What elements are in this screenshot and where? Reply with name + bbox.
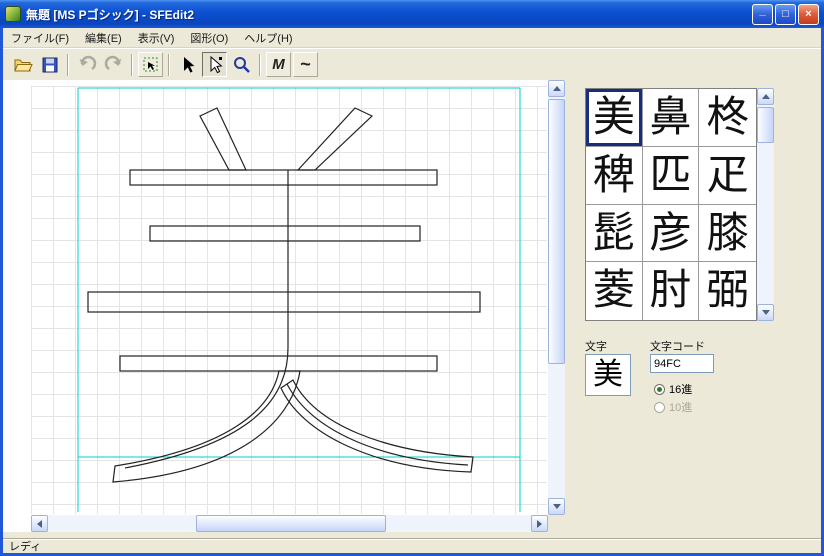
toolbar-separator — [168, 54, 170, 76]
dec-radio[interactable]: 10進 — [654, 399, 692, 415]
curve-tool-icon: ~ — [300, 54, 311, 75]
char-cell[interactable]: 膝 — [699, 205, 756, 263]
pointer-icon — [178, 55, 198, 75]
char-cell[interactable]: 髭 — [586, 205, 643, 263]
radio-selected-icon[interactable] — [654, 384, 665, 395]
polyline-tool-icon: M — [272, 56, 285, 73]
char-code-input[interactable] — [650, 354, 714, 373]
char-cell[interactable]: 彦 — [643, 205, 700, 263]
char-label: 文字 — [585, 338, 607, 354]
fit-selection-button[interactable] — [138, 52, 163, 77]
guide-lines[interactable] — [78, 88, 520, 512]
horizontal-scroll-thumb[interactable] — [196, 515, 386, 532]
up-arrow-icon — [553, 86, 561, 91]
char-cell[interactable]: 肘 — [643, 262, 700, 320]
floppy-disk-icon — [40, 55, 60, 75]
toolbar-separator — [259, 54, 261, 76]
node-edit-tool-button[interactable] — [202, 52, 227, 77]
radio-unselected-icon[interactable] — [654, 402, 665, 413]
menu-help[interactable]: ヘルプ(H) — [236, 28, 300, 48]
char-cell[interactable]: 匹 — [643, 147, 700, 205]
char-preview: 美 — [585, 354, 631, 396]
menu-bar: ファイル(F) 編集(E) 表示(V) 図形(O) ヘルプ(H) — [3, 28, 821, 48]
app-window: 無題 [MS Pゴシック] - SFEdit2 _ □ × ファイル(F) 編集… — [0, 0, 824, 556]
grid-scroll-down-button[interactable] — [757, 304, 774, 321]
open-folder-icon — [13, 55, 33, 75]
char-cell[interactable]: 柊 — [699, 89, 756, 147]
char-cell[interactable]: 美 — [586, 89, 643, 147]
window-title: 無題 [MS Pゴシック] - SFEdit2 — [26, 6, 752, 23]
close-button[interactable]: × — [798, 4, 819, 25]
grid-scroll-thumb[interactable] — [757, 107, 774, 143]
magnifier-icon — [232, 55, 252, 75]
char-code-label: 文字コード — [650, 338, 705, 354]
polyline-tool-button[interactable]: M — [266, 52, 291, 77]
canvas-vertical-scrollbar[interactable] — [548, 80, 565, 515]
pointer-tool-button[interactable] — [175, 52, 200, 77]
grid-scroll-up-button[interactable] — [757, 88, 774, 105]
char-cell[interactable]: 菱 — [586, 262, 643, 320]
hex-radio[interactable]: 16進 — [654, 381, 692, 397]
toolbar-separator — [67, 54, 69, 76]
node-edit-pointer-icon — [205, 55, 225, 75]
redo-button — [101, 52, 126, 77]
menu-view[interactable]: 表示(V) — [130, 28, 183, 48]
glyph-outline-drawing[interactable] — [3, 80, 548, 515]
char-grid-scrollbar[interactable] — [757, 88, 774, 321]
char-cell[interactable]: 疋 — [699, 147, 756, 205]
menu-file[interactable]: ファイル(F) — [3, 28, 77, 48]
left-arrow-icon — [37, 520, 42, 528]
menu-edit[interactable]: 編集(E) — [77, 28, 130, 48]
open-button[interactable] — [10, 52, 35, 77]
char-cell[interactable]: 弼 — [699, 262, 756, 320]
title-bar: 無題 [MS Pゴシック] - SFEdit2 _ □ × — [0, 0, 824, 28]
vertical-scroll-thumb[interactable] — [548, 99, 565, 364]
scrollbar-gutter — [3, 515, 31, 532]
toolbar-separator — [131, 54, 133, 76]
undo-icon — [77, 55, 97, 75]
char-cell[interactable]: 鼻 — [643, 89, 700, 147]
character-grid: 美 鼻 柊 稗 匹 疋 髭 彦 膝 菱 肘 弼 — [585, 88, 757, 321]
status-bar: レディ — [3, 538, 821, 553]
menu-shape[interactable]: 図形(O) — [182, 28, 236, 48]
app-icon — [5, 6, 21, 22]
zoom-tool-button[interactable] — [229, 52, 254, 77]
fit-selection-icon — [141, 55, 161, 75]
curve-tool-button[interactable]: ~ — [293, 52, 318, 77]
canvas-horizontal-scrollbar[interactable] — [31, 515, 548, 532]
char-cell[interactable]: 稗 — [586, 147, 643, 205]
scroll-right-button[interactable] — [531, 515, 548, 532]
dec-radio-label: 10進 — [669, 399, 692, 415]
scroll-up-button[interactable] — [548, 80, 565, 97]
right-arrow-icon — [537, 520, 542, 528]
glyph-contours[interactable] — [88, 108, 480, 482]
minimize-button[interactable]: _ — [752, 4, 773, 25]
status-text: レディ — [9, 538, 41, 554]
redo-icon — [104, 55, 124, 75]
down-arrow-icon — [553, 504, 561, 509]
scroll-left-button[interactable] — [31, 515, 48, 532]
glyph-edit-canvas[interactable] — [3, 80, 548, 515]
toolbar: M ~ — [3, 48, 821, 80]
save-button[interactable] — [37, 52, 62, 77]
up-arrow-icon — [762, 94, 770, 99]
down-arrow-icon — [762, 310, 770, 315]
hex-radio-label: 16進 — [669, 381, 692, 397]
maximize-button[interactable]: □ — [775, 4, 796, 25]
scroll-down-button[interactable] — [548, 498, 565, 515]
undo-button — [74, 52, 99, 77]
